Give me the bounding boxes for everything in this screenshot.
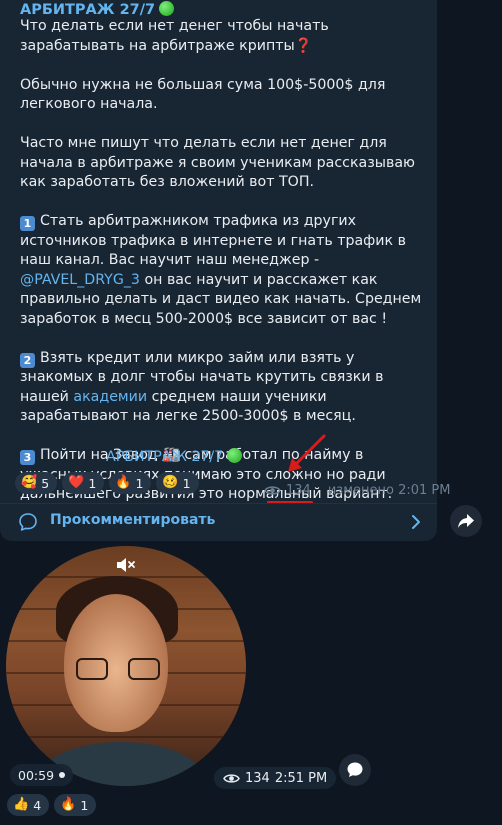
academy-link[interactable]: академии	[73, 389, 147, 405]
video-duration: 00:59	[18, 767, 55, 783]
reaction-woozy-face[interactable]: 🥴 1	[156, 472, 199, 494]
keycap-3-emoji: 3	[20, 450, 35, 465]
post-item-1: 1 Стать арбитражником трафика из других и…	[20, 212, 430, 329]
woozy-face-emoji: 🥴	[162, 475, 179, 490]
post-text: Что делать если нет денег чтобы начать з…	[20, 17, 430, 505]
edited-timestamp: изменено 2:01 PM	[327, 483, 451, 498]
post-signature[interactable]: АРБИТРАЖ 27/7	[106, 448, 243, 465]
question-mark-emoji: ❓	[294, 37, 313, 54]
wood-plank-line	[6, 736, 246, 738]
unplayed-dot	[59, 772, 66, 778]
post-item-2: 2 Взять кредит или микро займ или взять у…	[20, 349, 430, 427]
round-video-message[interactable]	[6, 546, 246, 786]
glasses-lens-right	[128, 658, 160, 680]
signature-text[interactable]: АРБИТРАЖ 27/7	[106, 449, 223, 465]
reaction-count: 1	[80, 797, 89, 813]
channel-name[interactable]: АРБИТРАЖ 27/7	[20, 2, 155, 18]
red-heart-emoji: ❤️	[68, 475, 85, 490]
mute-icon[interactable]	[116, 556, 136, 574]
reaction-count: 5	[41, 475, 50, 491]
post-paragraph-2: Обычно нужна не большая сума 100$-5000$ …	[20, 76, 386, 113]
comment-bubble-icon	[347, 762, 363, 777]
reaction-fire[interactable]: 🔥 1	[54, 794, 97, 816]
channel-post-bubble: АРБИТРАЖ 27/7 Что делать если нет денег …	[0, 0, 450, 541]
reaction-smiling-hearts[interactable]: 🥰 5	[15, 472, 58, 494]
reaction-count: 1	[135, 475, 144, 491]
eye-icon	[223, 773, 240, 783]
reaction-count: 1	[88, 475, 97, 491]
comment-label[interactable]: Прокомментировать	[50, 512, 215, 528]
video-duration-badge: 00:59	[10, 764, 74, 786]
green-circle-emoji	[227, 448, 243, 463]
comment-icon	[19, 513, 37, 531]
share-button[interactable]	[450, 505, 482, 537]
video-comment-button[interactable]	[339, 754, 371, 786]
channel-name-header[interactable]: АРБИТРАЖ 27/7	[20, 1, 175, 18]
view-count: 134	[286, 483, 311, 498]
intro-text: Что делать если нет денег чтобы начать з…	[20, 18, 329, 54]
video-reactions: 👍 4 🔥 1	[7, 794, 97, 816]
comment-button[interactable]: Прокомментировать	[0, 504, 437, 541]
keycap-2-emoji: 2	[20, 352, 35, 368]
smiling-hearts-emoji: 🥰	[21, 475, 38, 490]
reaction-count: 1	[182, 475, 191, 491]
fire-emoji: 🔥	[60, 797, 77, 812]
video-time: 2:51 PM	[274, 770, 328, 786]
item1-text-a: Стать арбитражником трафика из других ис…	[20, 213, 406, 268]
post-reactions: 🥰 5 ❤️ 1 🔥 1 🥴 1	[15, 472, 199, 494]
reaction-fire[interactable]: 🔥 1	[109, 472, 152, 494]
eye-icon	[264, 486, 281, 495]
glasses-lens-left	[76, 658, 108, 680]
green-circle-emoji	[159, 1, 175, 16]
red-annotation-arrow	[288, 434, 326, 472]
fire-emoji: 🔥	[115, 475, 132, 490]
video-meta: 134 2:51 PM	[214, 767, 337, 789]
post-paragraph-intro: Что делать если нет денег чтобы начать з…	[20, 17, 430, 56]
chevron-right-icon	[412, 515, 420, 529]
reaction-thumbs-up[interactable]: 👍 4	[7, 794, 50, 816]
thumbs-up-emoji: 👍	[13, 797, 30, 812]
post-paragraph-3: Часто мне пишут что делать если нет дене…	[20, 135, 415, 190]
video-view-count: 134	[245, 770, 270, 786]
reaction-count: 4	[33, 797, 42, 813]
share-arrow-icon	[458, 514, 474, 528]
post-meta: 134 изменено 2:01 PM	[264, 483, 450, 498]
keycap-1-emoji: 1	[20, 216, 35, 231]
manager-mention-link[interactable]: @PAVEL_DRYG_3	[20, 272, 140, 288]
reaction-red-heart[interactable]: ❤️ 1	[62, 472, 105, 494]
